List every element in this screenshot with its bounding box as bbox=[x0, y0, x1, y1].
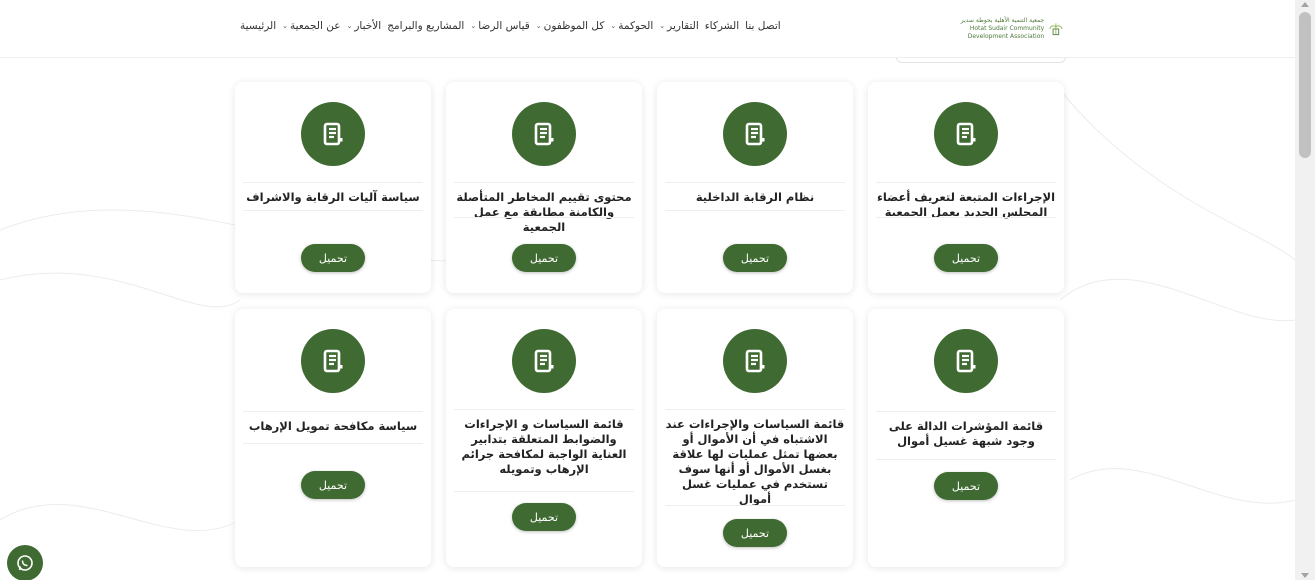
nav-item-label: الأخبار bbox=[354, 20, 382, 32]
document-icon bbox=[301, 102, 365, 166]
card-title: قائمة المؤشرات الدالة على وجود شبهة غسيل… bbox=[888, 419, 1044, 448]
nav-item-label: الشركاء bbox=[704, 20, 740, 32]
document-icon bbox=[934, 329, 998, 393]
chevron-down-icon: ⌄ bbox=[346, 22, 353, 30]
card-title: محتوى تقييم المخاطر المتأصلة والكامنة مط… bbox=[456, 190, 632, 234]
nav-item-label: اتصل بنا bbox=[745, 20, 781, 32]
download-button[interactable]: تحميل bbox=[301, 244, 365, 272]
card-title: سياسة آليات الرقابة والاشراف bbox=[246, 190, 420, 204]
document-card: الإجراءات المتبعة لتعريف أعضاء المجلس ال… bbox=[868, 82, 1064, 293]
card-divider bbox=[665, 210, 845, 211]
nav-item-3[interactable]: المشاريع والبرامج bbox=[387, 20, 464, 32]
page-scrollbar[interactable] bbox=[1295, 0, 1315, 580]
nav-item-label: الرئيسية bbox=[240, 20, 277, 32]
document-card: محتوى تقييم المخاطر المتأصلة والكامنة مط… bbox=[446, 82, 642, 293]
card-title: قائمة السياسات والإجراءات عند الاشتباه ف… bbox=[665, 417, 845, 506]
card-title: الإجراءات المتبعة لتعريف أعضاء المجلس ال… bbox=[876, 190, 1056, 219]
download-button[interactable]: تحميل bbox=[934, 244, 998, 272]
nav-item-label: المشاريع والبرامج bbox=[387, 20, 465, 32]
card-title: قائمة السياسات و الإجراءات والضوابط المت… bbox=[461, 417, 627, 476]
scrollbar-thumb[interactable] bbox=[1299, 12, 1311, 158]
card-divider bbox=[454, 217, 634, 218]
document-icon bbox=[723, 102, 787, 166]
card-divider bbox=[454, 491, 634, 492]
chevron-down-icon: ⌄ bbox=[282, 22, 289, 30]
nav-item-6[interactable]: الحوكمة ⌄ bbox=[610, 20, 653, 32]
chevron-down-icon: ⌄ bbox=[610, 22, 617, 30]
nav-item-label: التقارير bbox=[667, 20, 699, 32]
nav-item-0[interactable]: الرئيسية bbox=[240, 20, 276, 32]
nav-item-4[interactable]: قياس الرضا ⌄ bbox=[470, 20, 529, 32]
card-divider bbox=[665, 409, 845, 410]
card-divider bbox=[454, 409, 634, 410]
document-icon bbox=[512, 102, 576, 166]
card-divider bbox=[665, 505, 845, 506]
documents-grid: الإجراءات المتبعة لتعريف أعضاء المجلس ال… bbox=[0, 0, 1315, 580]
scroll-down-arrow-icon[interactable] bbox=[1301, 573, 1309, 578]
card-divider bbox=[665, 182, 845, 183]
nav-item-5[interactable]: كل الموظفون ⌄ bbox=[536, 20, 605, 32]
download-button[interactable]: تحميل bbox=[512, 503, 576, 531]
card-divider bbox=[876, 217, 1056, 218]
nav-item-8[interactable]: الشركاء bbox=[705, 20, 739, 32]
site-header: الرئيسية عن الجمعية ⌄ الأخبار ⌄ المشاريع والب… bbox=[0, 0, 1295, 58]
nav-item-9[interactable]: اتصل بنا bbox=[745, 20, 781, 32]
chevron-down-icon: ⌄ bbox=[659, 22, 666, 30]
card-divider bbox=[876, 459, 1056, 460]
nav-item-label: كل الموظفون bbox=[543, 20, 605, 32]
whatsapp-button[interactable] bbox=[7, 545, 43, 580]
download-button[interactable]: تحميل bbox=[934, 472, 998, 500]
document-icon bbox=[301, 329, 365, 393]
scroll-up-arrow-icon[interactable] bbox=[1301, 2, 1309, 7]
card-divider bbox=[876, 411, 1056, 412]
download-button[interactable]: تحميل bbox=[512, 244, 576, 272]
chevron-down-icon: ⌄ bbox=[535, 22, 542, 30]
card-divider bbox=[243, 210, 423, 211]
document-icon bbox=[934, 102, 998, 166]
nav-item-7[interactable]: التقارير ⌄ bbox=[659, 20, 698, 32]
site-logo[interactable]: جمعية التنمية الأهلية بحوطة سدير Hotat S… bbox=[958, 14, 1064, 44]
document-card: قائمة السياسات و الإجراءات والضوابط المت… bbox=[446, 309, 642, 567]
card-divider bbox=[876, 182, 1056, 183]
chevron-down-icon: ⌄ bbox=[470, 22, 477, 30]
download-button[interactable]: تحميل bbox=[301, 471, 365, 499]
download-button[interactable]: تحميل bbox=[723, 519, 787, 547]
main-nav: الرئيسية عن الجمعية ⌄ الأخبار ⌄ المشاريع والب… bbox=[240, 20, 810, 32]
card-title: سياسة مكافحة تمويل الإرهاب bbox=[248, 419, 418, 433]
document-icon bbox=[512, 329, 576, 393]
document-icon bbox=[723, 329, 787, 393]
card-divider bbox=[243, 182, 423, 183]
card-divider bbox=[243, 411, 423, 412]
document-card: سياسة آليات الرقابة والاشراف تحميل bbox=[235, 82, 431, 293]
document-card: سياسة مكافحة تمويل الإرهاب تحميل bbox=[235, 309, 431, 567]
logo-text: جمعية التنمية الأهلية بحوطة سدير Hotat S… bbox=[960, 17, 1045, 40]
card-divider bbox=[454, 182, 634, 183]
nav-item-1[interactable]: عن الجمعية ⌄ bbox=[282, 20, 340, 32]
nav-item-2[interactable]: الأخبار ⌄ bbox=[346, 20, 381, 32]
card-divider bbox=[243, 443, 423, 444]
document-card: قائمة السياسات والإجراءات عند الاشتباه ف… bbox=[657, 309, 853, 567]
document-card: نظام الرقابة الداخلية تحميل bbox=[657, 82, 853, 293]
document-card: قائمة المؤشرات الدالة على وجود شبهة غسيل… bbox=[868, 309, 1064, 567]
logo-mark-icon bbox=[1049, 23, 1063, 36]
nav-item-label: عن الجمعية bbox=[290, 20, 341, 32]
whatsapp-icon bbox=[17, 555, 33, 571]
nav-item-label: قياس الرضا bbox=[478, 20, 530, 32]
card-title: نظام الرقابة الداخلية bbox=[695, 190, 815, 204]
nav-item-label: الحوكمة bbox=[618, 20, 654, 32]
download-button[interactable]: تحميل bbox=[723, 244, 787, 272]
